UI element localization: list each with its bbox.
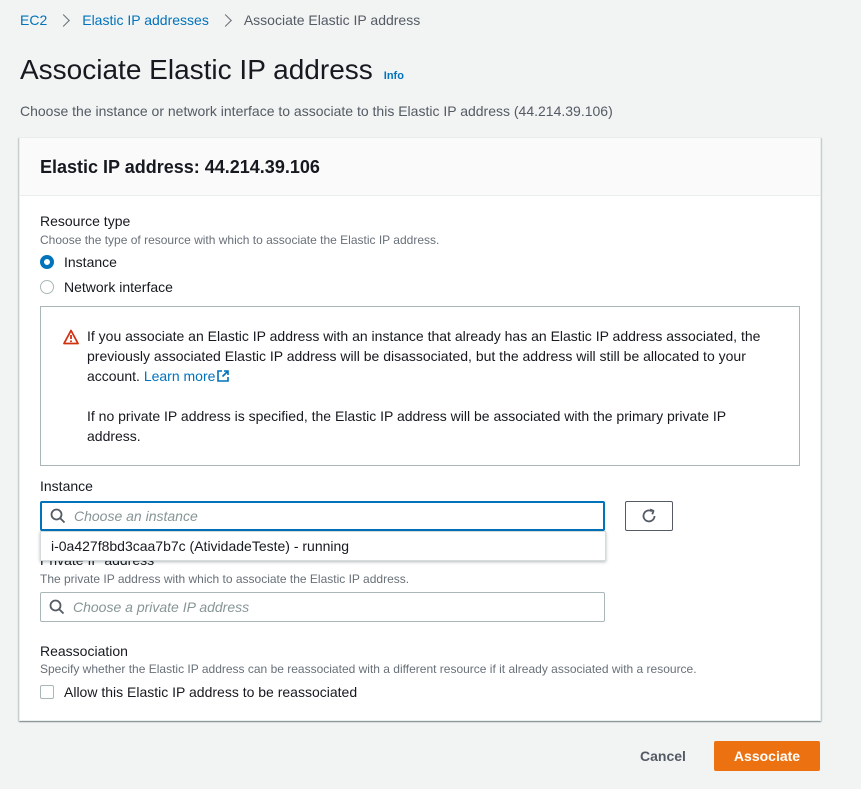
associate-button[interactable]: Associate xyxy=(714,741,820,771)
page-header: Associate Elastic IP address Info xyxy=(20,54,404,86)
breadcrumb-current: Associate Elastic IP address xyxy=(243,12,421,28)
radio-button[interactable] xyxy=(40,280,54,294)
reassociation-checkbox[interactable] xyxy=(40,685,54,699)
instance-dropdown-option[interactable]: i-0a427f8bd3caa7b7c (AtividadeTeste) - r… xyxy=(40,531,606,561)
resource-type-description: Choose the type of resource with which t… xyxy=(40,233,440,247)
resource-type-label: Resource type xyxy=(40,213,131,229)
cancel-button[interactable]: Cancel xyxy=(622,741,704,771)
search-icon xyxy=(50,508,66,524)
warning-alert: If you associate an Elastic IP address w… xyxy=(40,306,800,466)
radio-button-selected[interactable] xyxy=(40,255,54,269)
panel-header: Elastic IP address: 44.214.39.106 xyxy=(20,138,820,196)
instance-select[interactable]: Choose an instance xyxy=(40,501,605,531)
radio-instance-label: Instance xyxy=(64,254,117,270)
reassociation-checkbox-row[interactable]: Allow this Elastic IP address to be reas… xyxy=(40,684,357,700)
radio-instance[interactable]: Instance xyxy=(40,254,117,270)
warning-icon xyxy=(63,329,79,345)
info-link[interactable]: Info xyxy=(384,70,404,82)
refresh-icon xyxy=(642,508,656,523)
private-ip-description: The private IP address with which to ass… xyxy=(40,572,410,586)
alert-text-2: If no private IP address is specified, t… xyxy=(87,408,726,444)
learn-more-link[interactable]: Learn more xyxy=(144,368,231,384)
refresh-button[interactable] xyxy=(625,501,673,531)
radio-network-interface-label: Network interface xyxy=(64,279,173,295)
breadcrumb-ec2-link[interactable]: EC2 xyxy=(20,12,47,28)
breadcrumb: EC2 Elastic IP addresses Associate Elast… xyxy=(20,12,420,28)
page-title: Associate Elastic IP address xyxy=(20,54,373,85)
reassociation-checkbox-label: Allow this Elastic IP address to be reas… xyxy=(64,684,358,700)
chevron-right-icon xyxy=(57,13,71,27)
instance-placeholder: Choose an instance xyxy=(74,508,198,524)
private-ip-select[interactable]: Choose a private IP address xyxy=(40,592,605,622)
reassociation-label: Reassociation xyxy=(40,643,128,659)
instance-label: Instance xyxy=(40,478,93,494)
private-ip-placeholder: Choose a private IP address xyxy=(73,599,250,615)
page-description: Choose the instance or network interface… xyxy=(20,103,613,119)
association-panel: Elastic IP address: 44.214.39.106 Resour… xyxy=(19,137,821,721)
breadcrumb-elastic-ip-link[interactable]: Elastic IP addresses xyxy=(82,12,209,28)
alert-text-1: If you associate an Elastic IP address w… xyxy=(87,328,761,384)
search-icon xyxy=(49,599,65,615)
external-link-icon xyxy=(217,370,230,382)
chevron-right-icon xyxy=(218,13,232,27)
reassociation-description: Specify whether the Elastic IP address c… xyxy=(40,662,697,676)
radio-network-interface[interactable]: Network interface xyxy=(40,279,173,295)
